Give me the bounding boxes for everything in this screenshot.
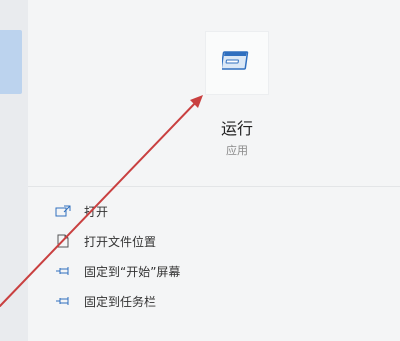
action-list: 打开 打开文件位置 固定到“开始”屏幕 固定到任务栏 (28, 196, 400, 316)
app-name: 运行 (220, 119, 253, 138)
pin-to-start-action[interactable]: 固定到“开始”屏幕 (28, 256, 400, 286)
start-menu-screen: 运行 应用 打开 打开文件位置 固定到“开始”屏幕 固定到任务栏 (0, 0, 400, 341)
open-action-label: 打开 (84, 204, 109, 219)
file-location-icon (54, 234, 72, 248)
pin-icon (54, 294, 72, 308)
app-type: 应用 (226, 144, 248, 157)
pin-icon (54, 264, 72, 278)
app-tile[interactable] (205, 31, 269, 95)
open-file-location-action[interactable]: 打开文件位置 (28, 226, 400, 256)
pin-to-start-label: 固定到“开始”屏幕 (84, 264, 181, 279)
open-file-location-label: 打开文件位置 (84, 234, 157, 249)
pin-to-taskbar-label: 固定到任务栏 (84, 294, 157, 309)
run-app-icon (220, 49, 252, 77)
divider (28, 186, 400, 187)
open-icon (54, 204, 72, 218)
selected-search-result[interactable] (0, 30, 22, 94)
pin-to-taskbar-action[interactable]: 固定到任务栏 (28, 286, 400, 316)
open-action[interactable]: 打开 (28, 196, 400, 226)
start-menu-list[interactable] (0, 0, 28, 341)
